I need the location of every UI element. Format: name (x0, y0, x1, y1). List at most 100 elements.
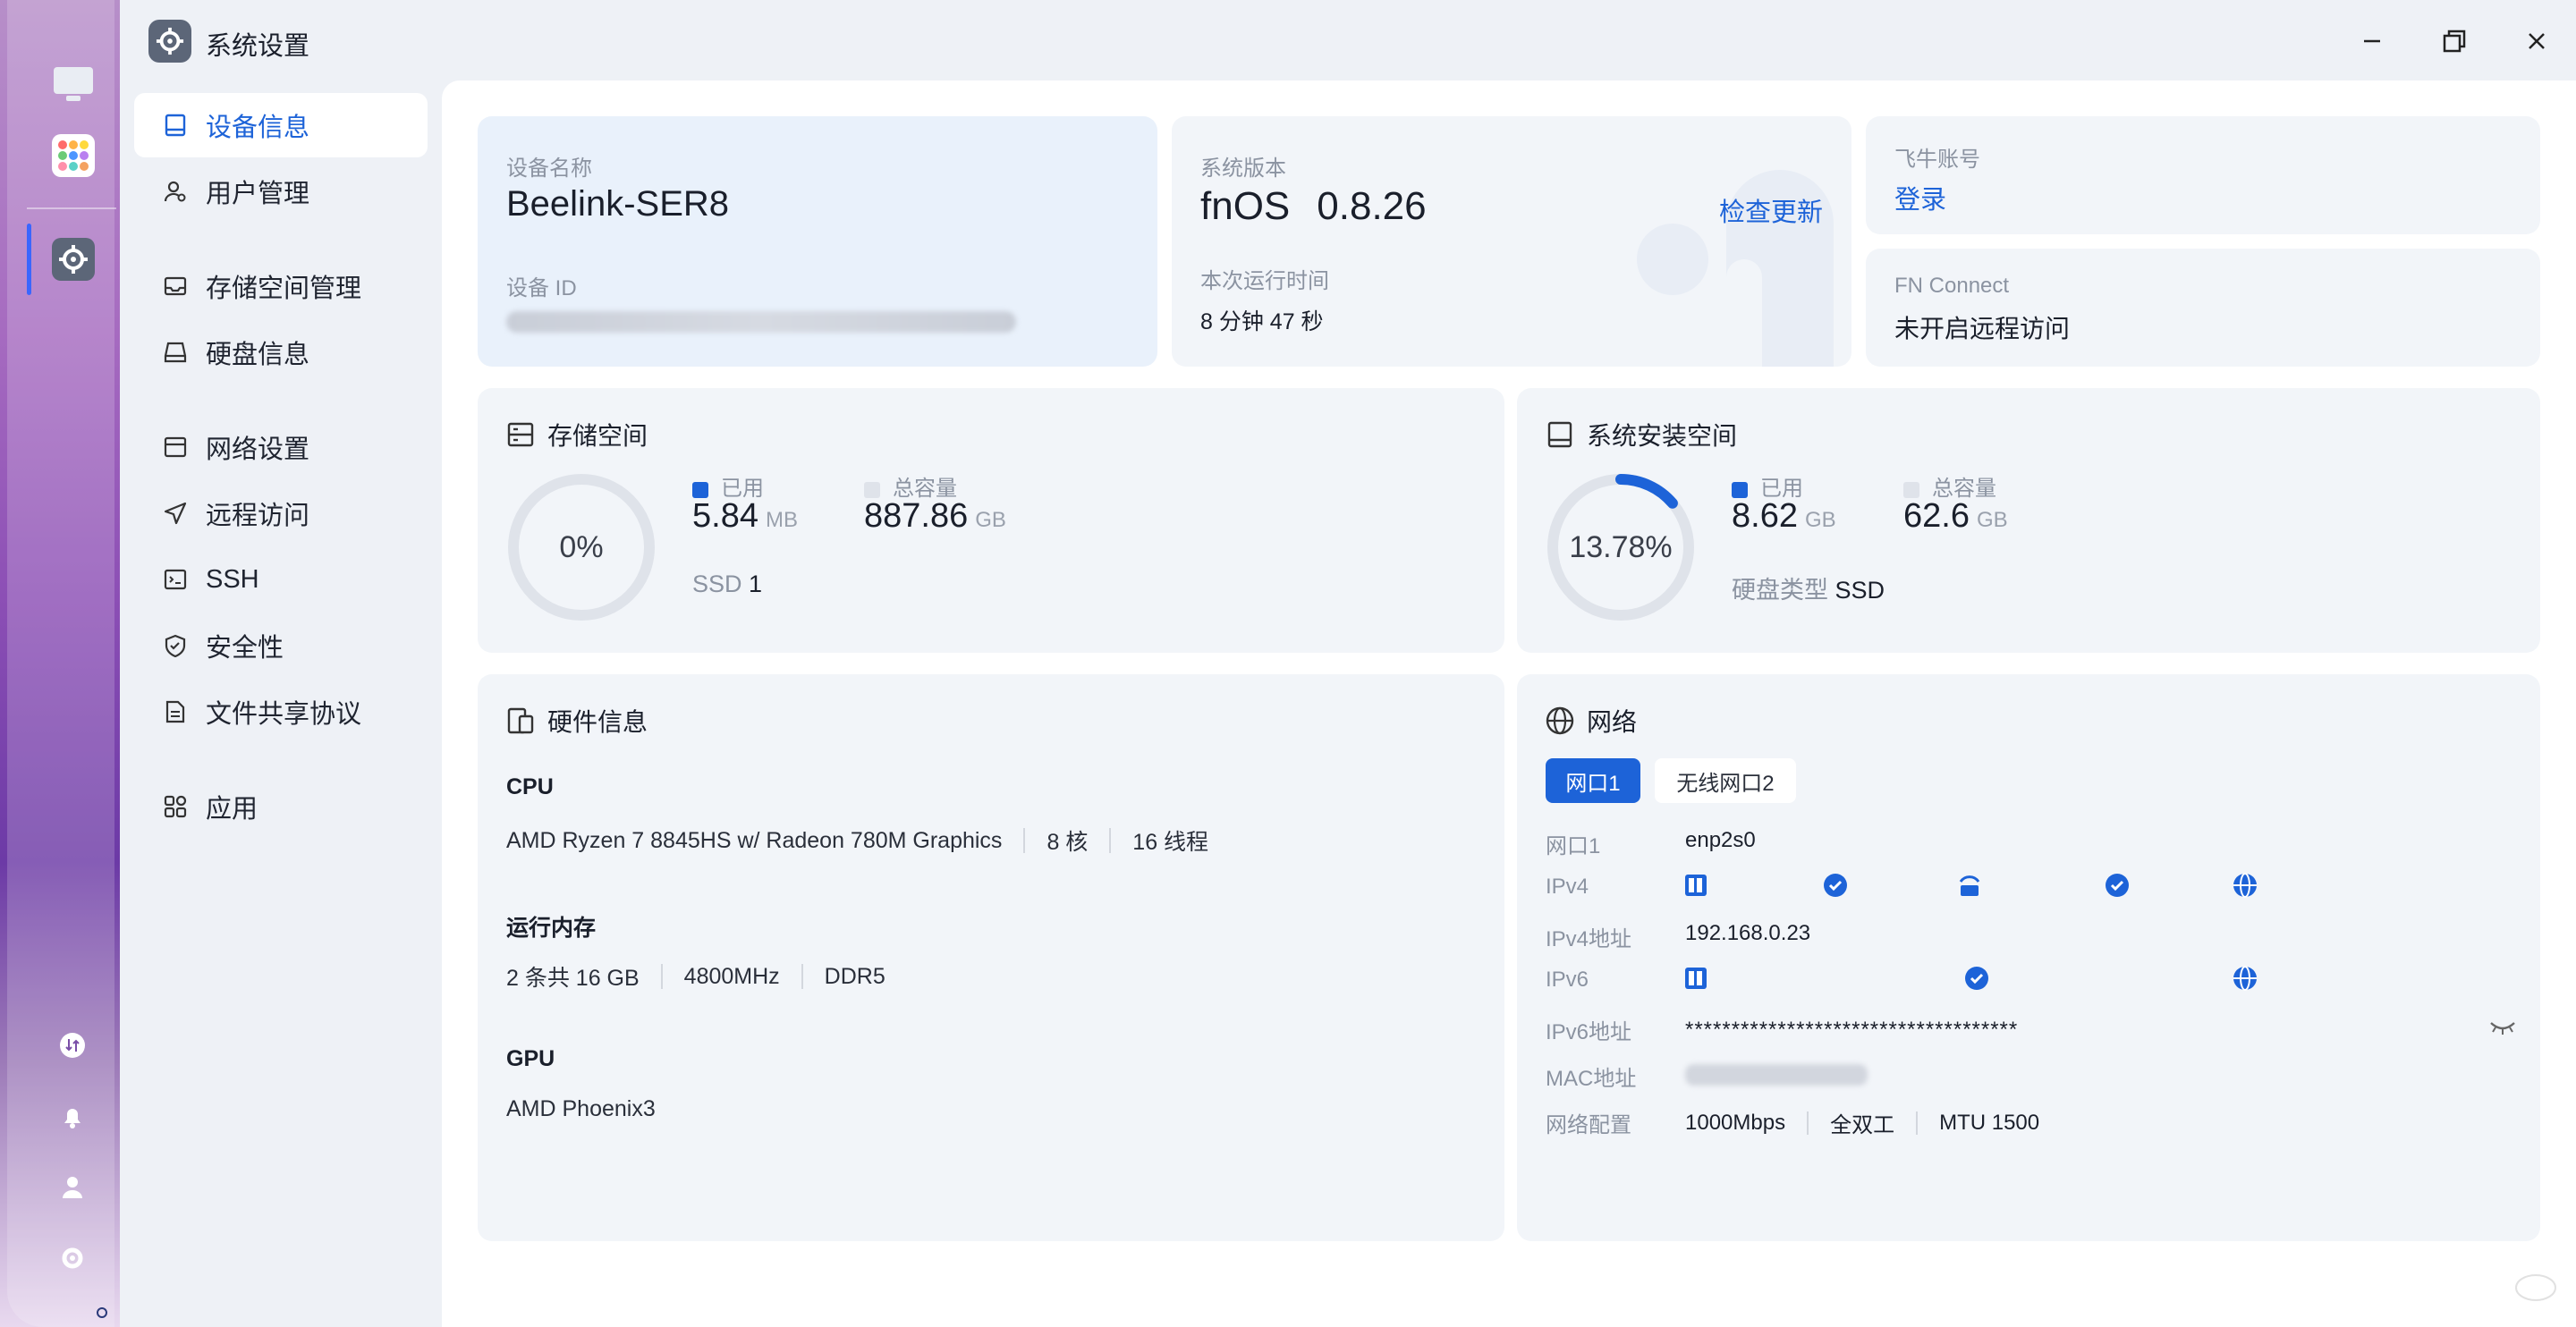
tab-port-1[interactable]: 网口1 (1546, 758, 1640, 803)
sidebar-item-user-management[interactable]: 用户管理 (134, 159, 428, 224)
sidebar-item-label: 设备信息 (206, 114, 310, 142)
sidebar-item-label: 安全性 (206, 634, 284, 663)
router-icon (1959, 875, 1980, 896)
separator (801, 964, 803, 989)
system-version: fnOS 0.8.26 (1200, 184, 1427, 229)
network-title-text: 网络 (1587, 708, 1638, 736)
system-space-used-number: 8.62 (1732, 497, 1798, 535)
uptime: 8 分钟 47 秒 (1200, 309, 1324, 334)
gear-icon[interactable] (57, 1243, 88, 1273)
storage-percent: 0% (559, 530, 603, 564)
separator (1023, 828, 1026, 853)
sidebar-item-label: 应用 (206, 795, 258, 824)
sidebar-item-network[interactable]: 网络设置 (134, 415, 428, 479)
app-center-icon[interactable] (52, 134, 95, 177)
ipv6-address-masked: ************************************ (1685, 1018, 2019, 1042)
disk-type: 硬盘类型 SSD (1732, 571, 1885, 605)
sidebar-item-security[interactable]: 安全性 (134, 613, 428, 678)
apps-icon (163, 794, 188, 819)
gpu-model: AMD Phoenix3 (506, 1096, 656, 1121)
storage-title-text: 存储空间 (547, 422, 648, 450)
globe-icon (1546, 706, 1574, 735)
window-title: 系统设置 (206, 32, 310, 61)
disk-type-value: SSD (1835, 577, 1885, 604)
device-icon (163, 113, 188, 138)
ipv6-address-label: IPv6地址 (1546, 1020, 1632, 1044)
desktop-icon[interactable] (52, 63, 95, 106)
shield-icon (163, 633, 188, 658)
dock-active-indicator (27, 224, 31, 295)
user-gear-icon (163, 179, 188, 204)
system-space-title: 系统安装空间 (1546, 417, 1737, 452)
login-link[interactable]: 登录 (1894, 179, 1946, 216)
ipv6-label: IPv6 (1546, 968, 1589, 992)
dock-status-dot (97, 1307, 107, 1318)
settings-app-icon[interactable] (52, 238, 95, 281)
account-label: 飞牛账号 (1894, 148, 1980, 172)
hardware-title-text: 硬件信息 (547, 708, 648, 736)
check-update-link[interactable]: 检查更新 (1719, 191, 1823, 229)
ipv4-address-label: IPv4地址 (1546, 927, 1632, 951)
maximize-button[interactable] (2435, 21, 2474, 61)
network-config-label: 网络配置 (1546, 1113, 1631, 1137)
disk-type-label: 硬盘类型 (1732, 577, 1828, 604)
account-card: 飞牛账号 登录 (1866, 116, 2540, 234)
settings-window: 系统设置 设备信息 用户管理 存储空间管理 硬盘信息 网络设置 远程访问 SSH… (120, 0, 2576, 1327)
total-legend-swatch (864, 481, 880, 498)
ram-type: DDR5 (824, 963, 886, 989)
hardware-card: 硬件信息 CPU AMD Ryzen 7 8845HS w/ Radeon 78… (478, 674, 1504, 1241)
checkmark-icon (1824, 874, 1847, 897)
system-space-title-text: 系统安装空间 (1587, 422, 1738, 450)
ssd-count: SSD 1 (692, 571, 762, 598)
settings-app-logo-icon (148, 20, 191, 63)
internet-globe-icon (2233, 873, 2257, 898)
ssd-label: SSD (692, 571, 742, 597)
tab-wireless-port-2[interactable]: 无线网口2 (1655, 758, 1796, 803)
sidebar-item-label: 用户管理 (206, 180, 310, 208)
sidebar-item-storage[interactable]: 存储空间管理 (134, 254, 428, 318)
system-space-total-value: 62.6 GB (1903, 497, 2008, 536)
cpu-threads: 16 线程 (1132, 830, 1209, 855)
device-card: 设备名称 Beelink-SER8 设备 ID (478, 116, 1157, 367)
cpu-model: AMD Ryzen 7 8845HS w/ Radeon 780M Graphi… (506, 827, 1003, 853)
hardware-icon (506, 706, 535, 735)
system-version-label: 系统版本 (1200, 156, 1286, 181)
internet-globe-icon (2233, 966, 2257, 991)
user-icon[interactable] (57, 1171, 88, 1202)
transfer-icon[interactable] (57, 1030, 88, 1061)
sidebar-item-remote-access[interactable]: 远程访问 (134, 481, 428, 545)
storage-used-unit: MB (765, 508, 798, 532)
device-id-redacted (506, 311, 1016, 333)
port-value: enp2s0 (1685, 828, 1756, 852)
network-card: 网络 网口1 无线网口2 网口1 enp2s0 IPv4 IPv4地址 192.… (1517, 674, 2540, 1241)
sidebar-item-disk-info[interactable]: 硬盘信息 (134, 320, 428, 385)
sidebar-item-apps[interactable]: 应用 (134, 774, 428, 839)
terminal-icon (163, 567, 188, 592)
dock-divider (27, 207, 116, 209)
storage-total-number: 887.86 (864, 497, 969, 535)
close-button[interactable] (2517, 21, 2556, 61)
used-legend-swatch (1732, 481, 1748, 498)
sidebar-item-device-info[interactable]: 设备信息 (134, 93, 428, 157)
bell-icon[interactable] (57, 1102, 88, 1132)
storage-title: 存储空间 (506, 417, 648, 452)
ipv4-connection-diagram (1685, 873, 2257, 898)
watermark-icon (2513, 1270, 2558, 1306)
sidebar-item-file-sharing[interactable]: 文件共享协议 (134, 680, 428, 744)
system-space-usage-ring: 13.78% (1547, 474, 1694, 621)
checkmark-icon (1965, 967, 1988, 990)
minimize-button[interactable] (2352, 21, 2392, 61)
system-space-used-unit: GB (1804, 508, 1836, 532)
cpu-cores: 8 核 (1046, 830, 1089, 855)
storage-card: 存储空间 0% 已用 5.84 MB 总容量 887.86 GB SSD 1 (478, 388, 1504, 653)
system-version-card: 系统版本 fnOS 0.8.26 检查更新 本次运行时间 8 分钟 47 秒 (1172, 116, 1852, 367)
fn-connect-label: FN Connect (1894, 274, 2010, 298)
fn-connect-status: 未开启远程访问 (1894, 315, 2071, 342)
network-title: 网络 (1546, 703, 1637, 739)
storage-icon (506, 420, 535, 449)
sidebar-item-ssh[interactable]: SSH (134, 547, 428, 612)
storage-used-value: 5.84 MB (692, 497, 798, 536)
ipv4-label: IPv4 (1546, 875, 1589, 899)
eye-closed-icon[interactable] (2488, 1016, 2517, 1042)
document-icon (163, 699, 188, 724)
